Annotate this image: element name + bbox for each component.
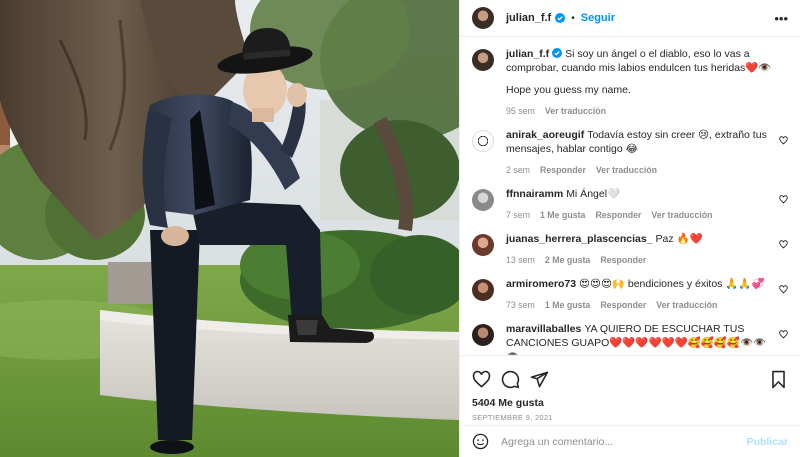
caption-text: julian_f.f Si soy un ángel o el diablo, e…	[506, 47, 788, 75]
share-icon[interactable]	[530, 370, 549, 389]
comment-item: juanas_herrera_plascencias_ Paz 🔥❤️ 13 se…	[472, 232, 788, 265]
comment-item: ffnnairamm Mi Ángel🤍 7 sem 1 Me gusta Res…	[472, 187, 788, 220]
comment-message: Mi Ángel🤍	[566, 188, 621, 200]
comment-likes-count[interactable]: 2 Me gusta	[545, 255, 590, 265]
author-username[interactable]: julian_f.f	[506, 12, 551, 24]
post-date[interactable]: SEPTIEMBRE 9, 2021	[472, 413, 788, 422]
bookmark-icon[interactable]	[769, 370, 788, 389]
comment-time[interactable]: 13 sem	[506, 255, 535, 265]
comment-meta: 73 sem 1 Me gusta Responder Ver traducci…	[506, 300, 770, 310]
comment-text: anirak_aoreugif Todavía estoy sin creer 😢…	[506, 128, 770, 156]
comment-body: juanas_herrera_plascencias_ Paz 🔥❤️ 13 se…	[506, 232, 788, 265]
commenter-avatar[interactable]	[472, 324, 494, 346]
comment-username[interactable]: anirak_aoreugif	[506, 129, 584, 141]
likes-count[interactable]: 5404 Me gusta	[472, 397, 788, 409]
caption-avatar[interactable]	[472, 49, 494, 71]
comment-message: Paz 🔥❤️	[655, 233, 703, 245]
header-separator: •	[571, 12, 575, 24]
publish-button[interactable]: Publicar	[747, 436, 788, 448]
post-side-panel: julian_f.f • Seguir ••• julian_f.f Si soy…	[459, 0, 800, 457]
comment-meta: 2 sem Responder Ver traducción	[506, 165, 770, 175]
comment-reply-button[interactable]: Responder	[540, 165, 586, 175]
post-actions: 5404 Me gusta SEPTIEMBRE 9, 2021	[460, 355, 800, 425]
caption-message-2: Hope you guess my name.	[506, 84, 631, 96]
commenter-avatar[interactable]	[472, 234, 494, 256]
post-header: julian_f.f • Seguir •••	[460, 0, 800, 37]
comment-body: maravillaballes YA QUIERO DE ESCUCHAR TUS…	[506, 322, 788, 355]
comment-like-heart-icon[interactable]	[779, 240, 788, 249]
comment-icon[interactable]	[501, 370, 520, 389]
comment-translate-link[interactable]: Ver traducción	[596, 165, 657, 175]
comment-time[interactable]: 73 sem	[506, 300, 535, 310]
caption-body: julian_f.f Si soy un ángel o el diablo, e…	[506, 47, 788, 116]
comment-text: armiromero73 😍😍😍🙌 bendiciones y éxitos 🙏🙏…	[506, 277, 770, 291]
caption-time[interactable]: 95 sem	[506, 106, 535, 116]
comment-username[interactable]: armiromero73	[506, 278, 576, 290]
comment-reply-button[interactable]: Responder	[600, 300, 646, 310]
comment-body: armiromero73 😍😍😍🙌 bendiciones y éxitos 🙏🙏…	[506, 277, 788, 310]
comment-text: juanas_herrera_plascencias_ Paz 🔥❤️	[506, 232, 770, 246]
caption-translate-link[interactable]: Ver traducción	[545, 106, 606, 116]
follow-button[interactable]: Seguir	[581, 12, 615, 24]
verified-badge-icon	[552, 48, 563, 58]
comment-time[interactable]: 7 sem	[506, 210, 530, 220]
comment-like-heart-icon[interactable]	[779, 285, 788, 294]
comment-username[interactable]: ffnnairamm	[506, 188, 563, 200]
comment-text: ffnnairamm Mi Ángel🤍	[506, 187, 770, 201]
comment-item: armiromero73 😍😍😍🙌 bendiciones y éxitos 🙏🙏…	[472, 277, 788, 310]
emoji-icon[interactable]	[472, 433, 489, 450]
more-options-icon[interactable]: •••	[774, 11, 788, 26]
comments-list[interactable]: julian_f.f Si soy un ángel o el diablo, e…	[460, 37, 800, 355]
add-comment-bar: Publicar	[460, 425, 800, 457]
post-caption: julian_f.f Si soy un ángel o el diablo, e…	[472, 47, 788, 116]
comment-body: ffnnairamm Mi Ángel🤍 7 sem 1 Me gusta Res…	[506, 187, 788, 220]
comment-like-heart-icon[interactable]	[779, 195, 788, 204]
post-photo[interactable]	[0, 0, 459, 457]
comment-time[interactable]: 2 sem	[506, 165, 530, 175]
instagram-post-view: julian_f.f • Seguir ••• julian_f.f Si soy…	[0, 0, 800, 457]
comment-username[interactable]: juanas_herrera_plascencias_	[506, 233, 653, 245]
comment-text: maravillaballes YA QUIERO DE ESCUCHAR TUS…	[506, 322, 770, 355]
commenter-avatar[interactable]	[472, 279, 494, 301]
comment-likes-count[interactable]: 1 Me gusta	[545, 300, 590, 310]
comment-item: anirak_aoreugif Todavía estoy sin creer 😢…	[472, 128, 788, 175]
comment-message: 😍😍😍🙌 bendiciones y éxitos 🙏🙏💞	[579, 278, 765, 290]
comment-like-heart-icon[interactable]	[779, 136, 788, 145]
caption-meta: 95 sem Ver traducción	[506, 106, 788, 116]
comment-likes-count[interactable]: 1 Me gusta	[540, 210, 585, 220]
comment-reply-button[interactable]: Responder	[595, 210, 641, 220]
verified-badge-icon	[555, 13, 566, 23]
comment-meta: 7 sem 1 Me gusta Responder Ver traducció…	[506, 210, 770, 220]
commenter-avatar[interactable]	[472, 130, 494, 152]
comment-translate-link[interactable]: Ver traducción	[656, 300, 717, 310]
comment-body: anirak_aoreugif Todavía estoy sin creer 😢…	[506, 128, 788, 175]
comment-username[interactable]: maravillaballes	[506, 323, 581, 335]
comment-item: maravillaballes YA QUIERO DE ESCUCHAR TUS…	[472, 322, 788, 355]
author-avatar[interactable]	[472, 7, 494, 29]
action-bar	[472, 364, 788, 394]
comment-translate-link[interactable]: Ver traducción	[651, 210, 712, 220]
commenter-avatar[interactable]	[472, 189, 494, 211]
post-image	[0, 0, 459, 457]
comment-like-heart-icon[interactable]	[779, 330, 788, 339]
comment-reply-button[interactable]: Responder	[600, 255, 646, 265]
comment-input[interactable]	[501, 435, 747, 448]
heart-icon[interactable]	[472, 370, 491, 389]
comment-meta: 13 sem 2 Me gusta Responder	[506, 255, 770, 265]
caption-username[interactable]: julian_f.f	[506, 48, 549, 60]
